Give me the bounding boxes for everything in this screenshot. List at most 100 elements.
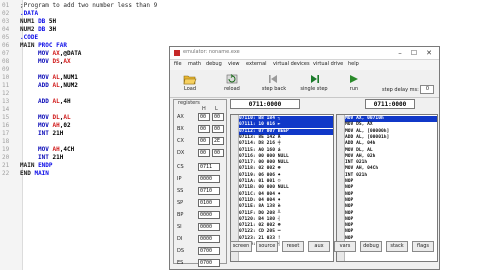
code-token: 21H bbox=[52, 154, 64, 161]
memory-address-field[interactable]: 0711:0000 bbox=[230, 99, 300, 109]
code-token: AL bbox=[52, 74, 60, 81]
screen-button[interactable]: screen bbox=[230, 241, 252, 252]
disassembly-row[interactable]: NOP bbox=[345, 185, 437, 191]
disassembly-row[interactable]: MOV AH, 04Ch bbox=[345, 166, 437, 172]
line-number: 17 bbox=[2, 130, 10, 137]
register-value[interactable]: 0711 bbox=[198, 163, 220, 171]
disassembly-row[interactable]: NOP bbox=[345, 223, 437, 229]
disassembly-scrollbar[interactable] bbox=[337, 115, 345, 261]
menu-virtual-devices[interactable]: virtual devices bbox=[273, 61, 310, 67]
memory-row[interactable]: 07114: D8 216 ╪ bbox=[239, 141, 333, 147]
memory-row[interactable]: 07118: 02 002 ☻ bbox=[239, 166, 333, 172]
disassembly-address-field[interactable]: 0711:0000 bbox=[365, 99, 415, 109]
register-high-value[interactable]: 00 bbox=[198, 113, 210, 121]
disassembly-row[interactable]: ADD AL, 04h bbox=[345, 141, 437, 147]
stack-button[interactable]: stack bbox=[386, 241, 408, 252]
memory-row[interactable]: 0711F: D0 208 ╨ bbox=[239, 211, 333, 217]
menu-debug[interactable]: debug bbox=[206, 61, 222, 67]
menu-external[interactable]: external bbox=[246, 61, 267, 67]
aux-button[interactable]: aux bbox=[308, 241, 330, 252]
step-back-button[interactable]: step back bbox=[256, 72, 292, 95]
disassembly-row[interactable]: MOV DL, AL bbox=[345, 148, 437, 154]
register-value[interactable]: 0000 bbox=[198, 223, 220, 231]
register-value[interactable]: 0000 bbox=[198, 175, 220, 183]
register-value[interactable]: 0700 bbox=[198, 259, 220, 267]
reload-button[interactable]: reload bbox=[214, 72, 250, 95]
load-button[interactable]: Load bbox=[172, 72, 208, 95]
code-token: MAIN bbox=[20, 42, 39, 49]
step-delay-label: step delay ms: bbox=[382, 87, 419, 93]
memory-row[interactable]: 0711B: 00 000 NULL bbox=[239, 185, 333, 191]
memory-row[interactable]: 07112: 07 007 BEEP bbox=[239, 128, 333, 135]
source-line: 18 bbox=[2, 138, 20, 146]
register-high-value[interactable]: 00 bbox=[198, 125, 210, 133]
maximize-button[interactable]: ☐ bbox=[408, 48, 420, 58]
register-high-value[interactable]: 00 bbox=[198, 149, 210, 157]
code-token: ,NUM1 bbox=[59, 74, 78, 81]
disassembly-row[interactable]: MOV AL, [00000h] bbox=[345, 129, 437, 135]
disassembly-row[interactable]: NOP bbox=[345, 211, 437, 217]
memory-row[interactable]: 07122: CD 205 ═ bbox=[239, 229, 333, 235]
disassembly-row[interactable]: MOV AH, 02h bbox=[345, 154, 437, 160]
source-line: 05 .CODE bbox=[2, 34, 38, 42]
code-token: DL bbox=[52, 114, 60, 121]
register-value[interactable]: 0000 bbox=[198, 211, 220, 219]
memory-row[interactable]: 0711D: 04 004 ♦ bbox=[239, 198, 333, 204]
disassembly-row[interactable]: MOV DS, AX bbox=[345, 122, 437, 128]
code-token: ;Program to add two number less than 9 bbox=[20, 2, 158, 9]
disassembly-row[interactable]: NOP bbox=[345, 192, 437, 198]
line-number: 11 bbox=[2, 82, 10, 89]
register-name: SS bbox=[177, 188, 184, 194]
flags-button[interactable]: flags bbox=[412, 241, 434, 252]
step-delay-input[interactable]: 0 bbox=[420, 85, 435, 94]
menu-help[interactable]: help bbox=[348, 61, 359, 67]
memory-row[interactable]: 07119: 06 006 ♠ bbox=[239, 173, 333, 179]
register-value[interactable]: 0100 bbox=[198, 199, 220, 207]
code-token: ,02 bbox=[59, 122, 71, 129]
reset-button[interactable]: reset bbox=[282, 241, 304, 252]
disassembly-row[interactable]: NOP bbox=[345, 179, 437, 185]
memory-row[interactable]: 07115: A0 160 á bbox=[239, 148, 333, 154]
line-number: 21 bbox=[2, 162, 10, 169]
close-button[interactable]: ✕ bbox=[423, 48, 435, 58]
disassembly-row[interactable]: NOP bbox=[345, 204, 437, 210]
register-name: DX bbox=[177, 150, 185, 156]
source-button[interactable]: source bbox=[256, 241, 278, 252]
minimize-button[interactable]: – bbox=[394, 48, 406, 58]
disassembly-row[interactable]: ADD AL, [00001h] bbox=[345, 135, 437, 141]
line-number: 15 bbox=[2, 114, 10, 121]
register-low-value[interactable]: 00 bbox=[212, 113, 224, 121]
memory-list[interactable]: 07110: B8 184 ┐ 07111: 10 016 ► 07112: 07 … bbox=[230, 114, 334, 262]
menu-math[interactable]: math bbox=[188, 61, 201, 67]
register-high-value[interactable]: 00 bbox=[198, 137, 210, 145]
high-byte-header: H bbox=[202, 106, 206, 112]
menu-virtual-drive[interactable]: virtual drive bbox=[313, 61, 343, 67]
register-low-value[interactable]: 00 bbox=[212, 149, 224, 157]
memory-row[interactable]: 07120: B4 180 ┤ bbox=[239, 217, 333, 223]
disassembly-row[interactable]: NOP bbox=[345, 229, 437, 235]
register-value[interactable]: 0710 bbox=[198, 187, 220, 195]
code-token: AH bbox=[52, 122, 60, 129]
register-low-value[interactable]: 00 bbox=[212, 125, 224, 133]
vars-button[interactable]: vars bbox=[334, 241, 356, 252]
register-name: IP bbox=[177, 176, 182, 182]
menu-view[interactable]: view bbox=[228, 61, 240, 67]
debug-button[interactable]: debug bbox=[360, 241, 382, 252]
memory-row[interactable]: 07116: 00 000 NULL bbox=[239, 154, 333, 160]
disassembly-list[interactable]: MOV AX, 00710h MOV DS, AX MOV AL, [00000h]… bbox=[336, 114, 438, 262]
memory-row[interactable]: 0711E: 8A 138 è bbox=[239, 204, 333, 210]
disassembly-row[interactable]: NOP bbox=[345, 198, 437, 204]
app-icon bbox=[174, 50, 180, 56]
menu-file[interactable]: file bbox=[174, 61, 182, 67]
single-step-button[interactable]: single step bbox=[296, 72, 332, 95]
register-value[interactable]: 0700 bbox=[198, 247, 220, 255]
memory-row[interactable]: 07111: 10 016 ► bbox=[239, 122, 333, 129]
disassembly-row[interactable]: INT 021h bbox=[345, 173, 437, 179]
memory-row[interactable]: 0711C: 04 004 ♦ bbox=[239, 192, 333, 198]
register-value[interactable]: 0000 bbox=[198, 235, 220, 243]
memory-row[interactable]: 07113: 8E 142 Ä bbox=[239, 135, 333, 141]
run-button[interactable]: run bbox=[336, 72, 372, 95]
register-low-value[interactable]: 2E bbox=[212, 137, 224, 145]
disassembly-row[interactable]: NOP bbox=[345, 217, 437, 223]
memory-scrollbar[interactable] bbox=[231, 115, 239, 261]
